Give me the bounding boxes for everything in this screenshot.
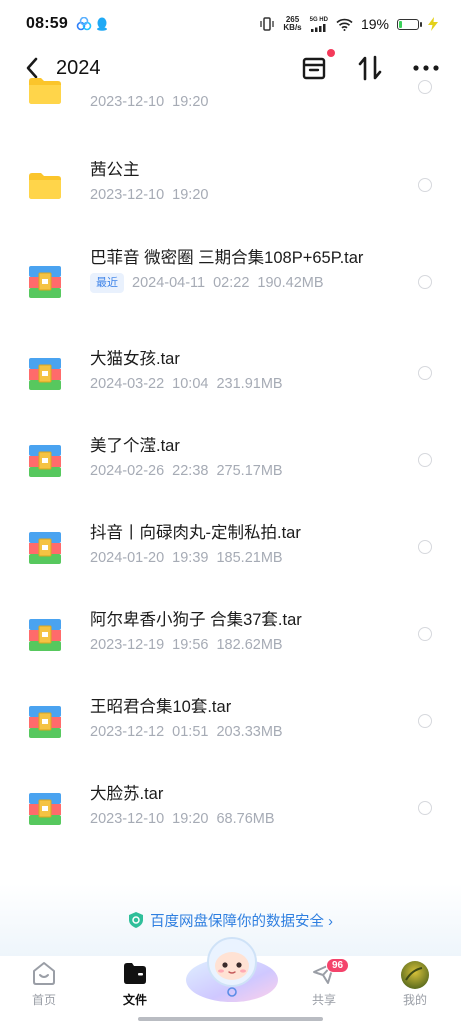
file-time: 19:20 (172, 811, 209, 827)
select-checkbox[interactable] (418, 801, 432, 815)
file-date: 2024-02-26 (90, 463, 165, 479)
select-checkbox[interactable] (418, 275, 432, 289)
folder-icon (29, 173, 61, 199)
list-item[interactable]: 王昭君合集10套.tar 2023-12-12 01:51 203.33MB (0, 692, 461, 752)
file-time: 22:38 (172, 463, 209, 479)
home-icon (33, 962, 55, 985)
list-item[interactable]: 巴菲音 微密圈 三期合集108P+65P.tar 最近 2024-04-11 0… (0, 242, 461, 322)
file-size: 68.76MB (216, 811, 275, 827)
select-checkbox[interactable] (418, 80, 432, 94)
archive-file-icon (29, 266, 61, 298)
tab-home[interactable]: 首页 (14, 960, 74, 1008)
archive-file-icon (29, 445, 61, 477)
file-name: 抖音丨向碌肉丸-定制私拍.tar (90, 524, 301, 542)
file-name: 巴菲音 微密圈 三期合集108P+65P.tar (90, 249, 364, 267)
archive-file-icon (29, 532, 61, 564)
select-checkbox[interactable] (418, 627, 432, 641)
file-size: 231.91MB (216, 376, 283, 392)
archive-file-icon (29, 706, 61, 738)
network-label: 5G HD (309, 16, 328, 23)
file-size: 190.42MB (257, 275, 324, 291)
notification-dot (327, 49, 335, 57)
shield-icon (129, 912, 144, 928)
list-item[interactable]: 大猫女孩.tar 2024-03-22 10:04 231.91MB (0, 344, 461, 404)
file-date: 2024-04-11 (132, 275, 206, 291)
tab-label: 文件 (122, 993, 147, 1007)
file-date: 2023-12-10 (90, 187, 165, 203)
app-notification-icon (76, 17, 92, 31)
avatar (401, 961, 429, 989)
select-checkbox[interactable] (418, 366, 432, 380)
charging-icon (428, 17, 438, 31)
file-size: 185.21MB (216, 550, 283, 566)
status-time: 08:59 (26, 15, 68, 32)
file-name: 大猫女孩.tar (90, 350, 180, 368)
tab-label: 首页 (31, 993, 56, 1007)
file-name: 大脸苏.tar (90, 785, 164, 803)
battery-level (399, 20, 402, 28)
battery-icon (397, 18, 422, 30)
select-checkbox[interactable] (418, 178, 432, 192)
list-item[interactable]: 阿尔卑香小狗子 合集37套.tar 2023-12-19 19:56 182.6… (0, 605, 461, 665)
file-time: 19:20 (172, 94, 209, 110)
file-date: 2023-12-12 (90, 724, 165, 740)
security-text: 百度网盘保障你的数据安全 › (150, 913, 333, 930)
list-item[interactable]: 茜公主 2023-12-10 19:20 (0, 154, 461, 214)
list-item[interactable]: 大脸苏.tar 2023-12-10 19:20 68.76MB (0, 779, 461, 839)
file-name: 阿尔卑香小狗子 合集37套.tar (90, 611, 302, 629)
select-checkbox[interactable] (418, 714, 432, 728)
file-date: 2023-12-19 (90, 637, 165, 653)
select-checkbox[interactable] (418, 540, 432, 554)
select-checkbox[interactable] (418, 453, 432, 467)
status-bar: 08:59 265 KB/s 5G HD 19% (0, 0, 461, 48)
folder-icon (124, 963, 146, 984)
file-size: 275.17MB (216, 463, 283, 479)
archive-box-icon (302, 57, 326, 80)
tab-label: 共享 (311, 993, 336, 1007)
tab-share[interactable]: 96 共享 (294, 958, 354, 1008)
archive-file-icon (29, 619, 61, 651)
archive-file-icon (29, 358, 61, 390)
file-size: 182.62MB (216, 637, 283, 653)
more-dots-icon (413, 65, 439, 71)
net-speed: 265 KB/s (283, 15, 302, 32)
list-item[interactable]: 美了个滢.tar 2024-02-26 22:38 275.17MB (0, 431, 461, 491)
file-name: 美了个滢.tar (90, 437, 180, 455)
list-item[interactable]: 抖音丨向碌肉丸-定制私拍.tar 2024-01-20 19:39 185.21… (0, 518, 461, 578)
file-name: 王昭君合集10套.tar (90, 698, 232, 716)
vibrate-icon (260, 17, 275, 31)
file-date: 2024-03-22 (90, 376, 165, 392)
file-time: 19:39 (172, 550, 209, 566)
share-badge: 96 (326, 958, 350, 973)
tab-label: 我的 (402, 993, 427, 1007)
file-time: 10:04 (172, 376, 209, 392)
tab-profile[interactable]: 我的 (385, 960, 445, 1008)
file-date: 2023-12-10 (90, 94, 165, 110)
home-indicator (138, 1017, 323, 1021)
tab-files[interactable]: 文件 (105, 960, 165, 1008)
signal-icon (310, 23, 326, 32)
mascot-assistant-icon[interactable] (182, 932, 282, 1004)
archive-file-icon (29, 793, 61, 825)
file-date: 2023-12-10 (90, 811, 165, 827)
battery-percent: 19% (360, 16, 389, 32)
file-name: 茜公主 (90, 161, 140, 179)
file-date: 2024-01-20 (90, 550, 165, 566)
qq-icon (96, 17, 107, 31)
file-size: 203.33MB (216, 724, 283, 740)
file-time: 02:22 (213, 275, 250, 291)
file-time: 19:56 (172, 637, 209, 653)
folder-icon (29, 78, 61, 104)
list-item[interactable]: 2023-12-10 19:20 (0, 78, 461, 128)
file-time: 01:51 (172, 724, 209, 740)
wifi-icon (336, 18, 353, 31)
file-time: 19:20 (172, 187, 209, 203)
recent-badge: 最近 (90, 273, 124, 293)
